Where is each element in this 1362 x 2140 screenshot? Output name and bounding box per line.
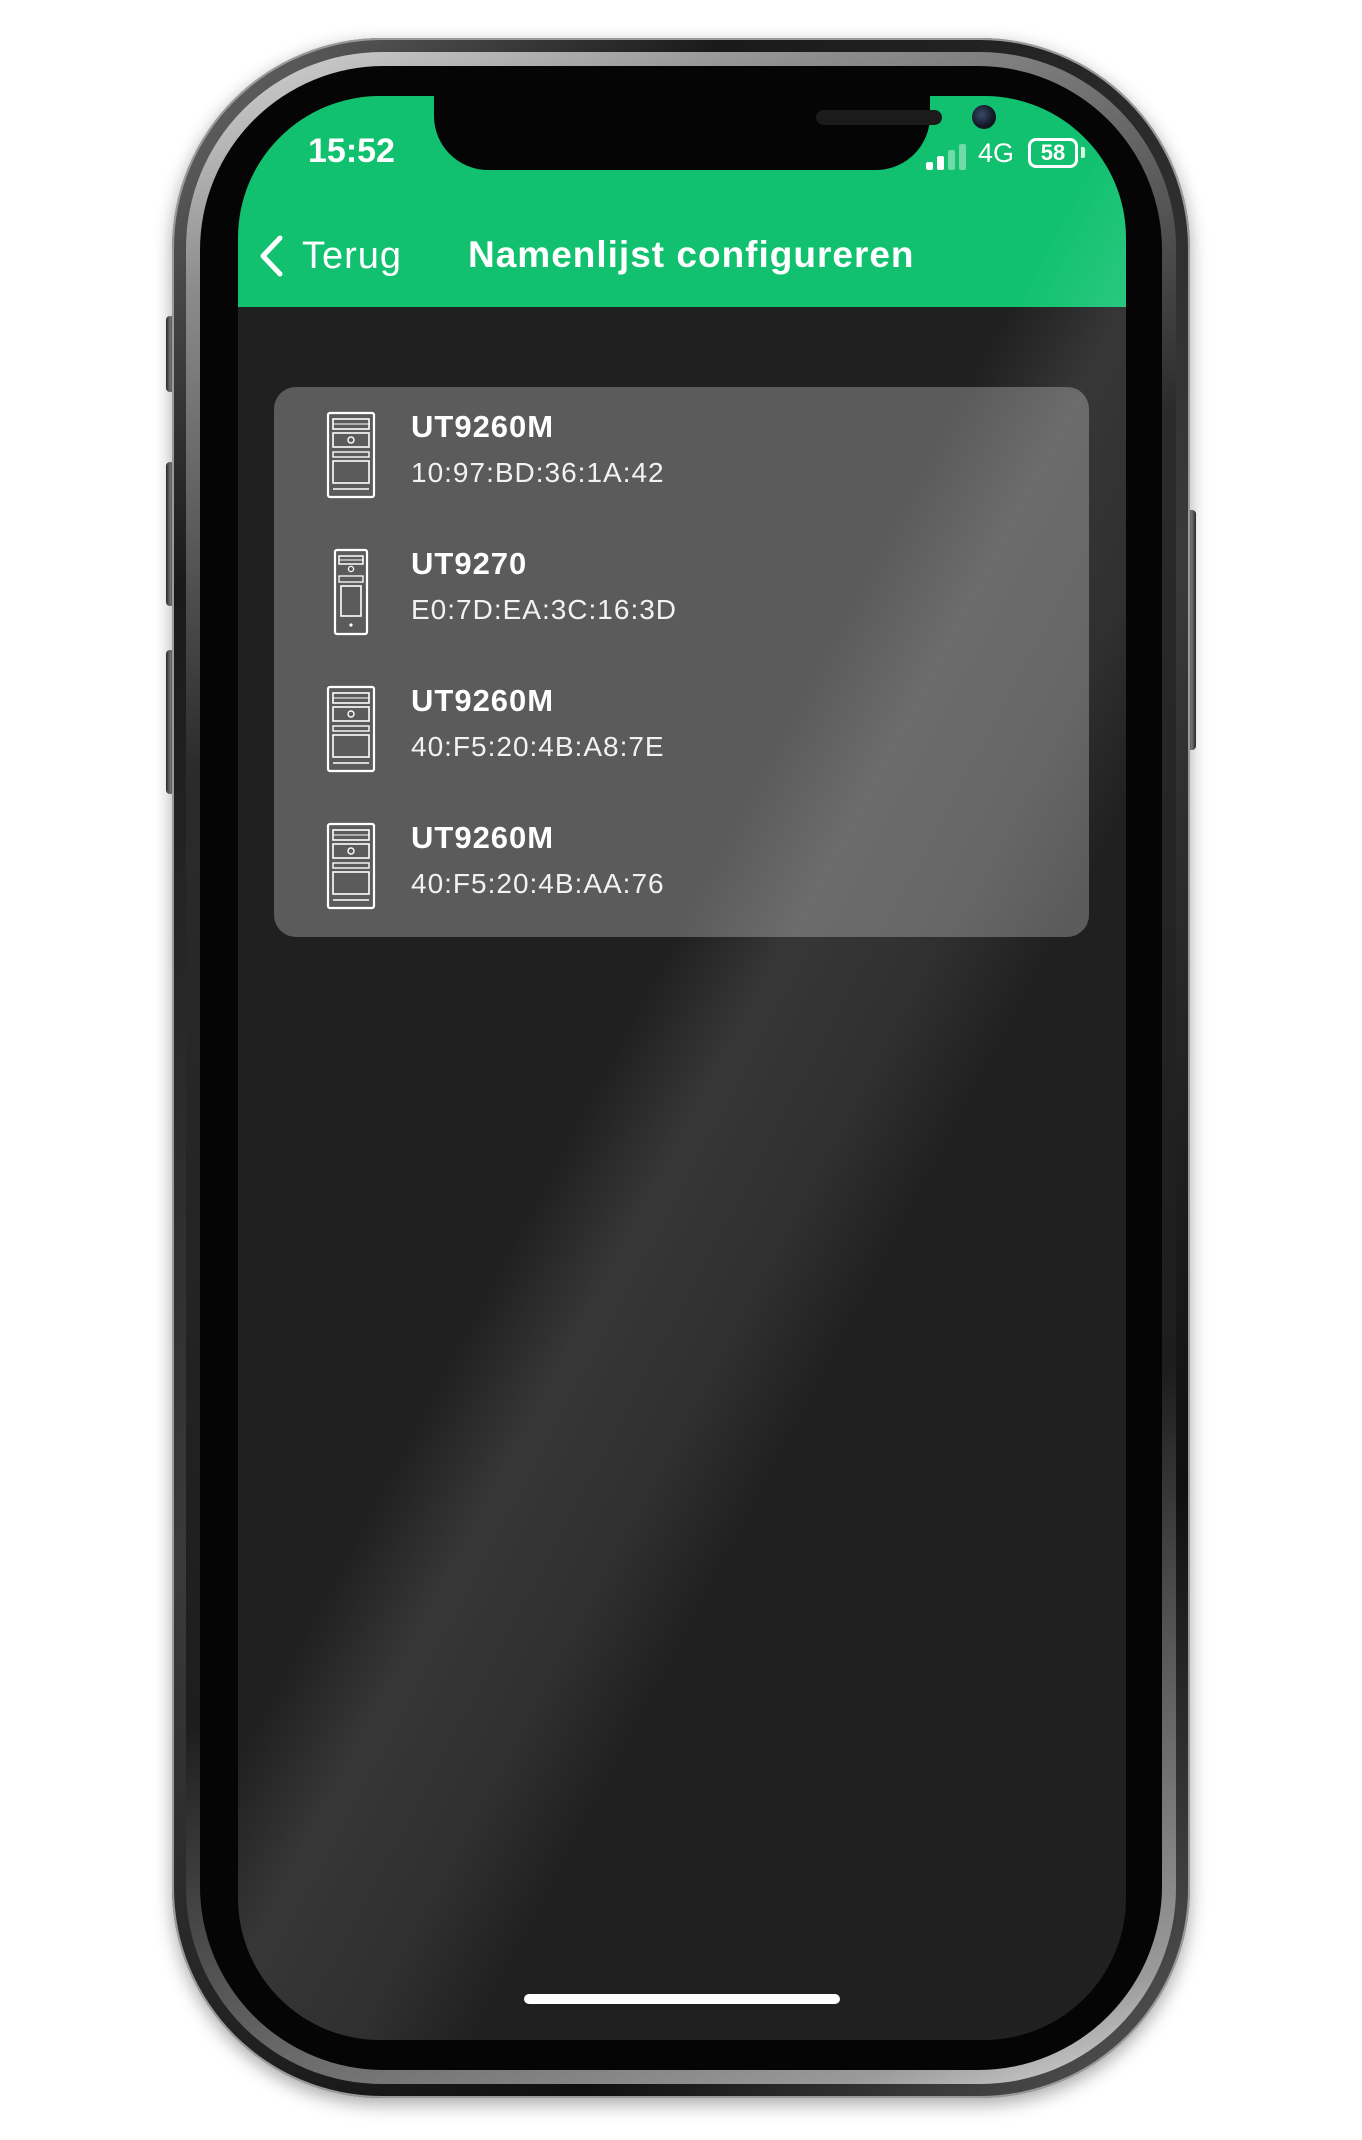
signal-bar xyxy=(959,144,966,170)
network-type: 4G xyxy=(978,138,1015,168)
device-name: UT9260M xyxy=(411,683,555,718)
device-name: UT9260M xyxy=(411,820,555,855)
phone-screen: 15:52 4G 58 Terug Namenlijst configurere… xyxy=(238,96,1126,2040)
signal-bar xyxy=(926,162,933,170)
signal-bar xyxy=(937,156,944,170)
device-name: UT9260M xyxy=(411,409,555,444)
battery-tip xyxy=(1081,147,1085,158)
home-indicator[interactable] xyxy=(524,1994,840,2004)
door-panel-icon xyxy=(326,822,376,910)
door-panel-icon xyxy=(326,685,376,773)
status-time: 15:52 xyxy=(308,132,395,170)
device-list-item[interactable]: UT9270 E0:7D:EA:3C:16:3D xyxy=(274,524,1089,661)
device-list: UT9260M 10:97:BD:36:1A:42 UT9270 E0:7D:E… xyxy=(274,387,1089,937)
slim-door-panel-icon xyxy=(333,548,369,636)
door-panel-icon xyxy=(326,411,376,499)
device-name: UT9270 xyxy=(411,546,528,581)
notch xyxy=(434,96,996,170)
signal-bar xyxy=(948,150,955,170)
device-list-item[interactable]: UT9260M 40:F5:20:4B:AA:76 xyxy=(274,798,1089,935)
page-title: Namenlijst configureren xyxy=(468,234,915,275)
back-label: Terug xyxy=(302,234,403,277)
front-camera xyxy=(972,105,996,129)
signal-strength-icon xyxy=(926,140,970,170)
device-mac-address: E0:7D:EA:3C:16:3D xyxy=(411,594,678,625)
earpiece-speaker xyxy=(816,110,942,125)
chevron-left-icon xyxy=(260,235,283,277)
page: 15:52 4G 58 Terug Namenlijst configurere… xyxy=(0,0,1362,2140)
device-mac-address: 10:97:BD:36:1A:42 xyxy=(411,457,665,488)
device-list-item[interactable]: UT9260M 10:97:BD:36:1A:42 xyxy=(274,387,1089,524)
battery-icon: 58 xyxy=(1028,138,1078,168)
device-list-item[interactable]: UT9260M 40:F5:20:4B:A8:7E xyxy=(274,661,1089,798)
device-mac-address: 40:F5:20:4B:A8:7E xyxy=(411,731,665,762)
battery-level: 58 xyxy=(1040,140,1066,165)
device-mac-address: 40:F5:20:4B:AA:76 xyxy=(411,868,665,899)
back-button[interactable]: Terug xyxy=(258,226,402,286)
